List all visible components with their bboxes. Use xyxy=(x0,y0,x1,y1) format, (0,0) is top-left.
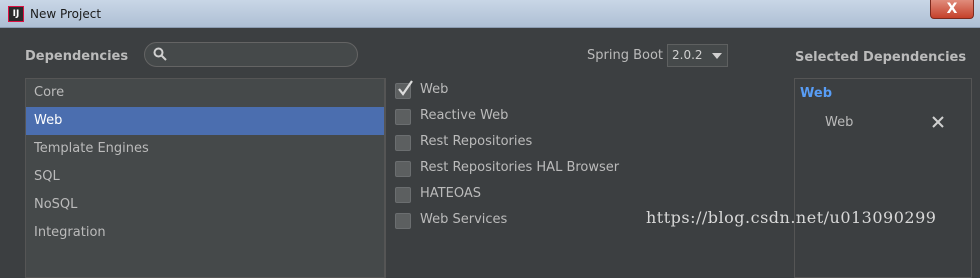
spring-boot-version-value: 2.0.2 xyxy=(672,48,703,62)
dependency-option-label: Rest Repositories xyxy=(420,134,532,149)
dependencies-label: Dependencies xyxy=(25,49,128,64)
intellij-app-icon: IJ xyxy=(8,6,24,22)
hateoas-checkbox[interactable] xyxy=(395,187,411,203)
selected-dependencies-label: Selected Dependencies xyxy=(795,50,966,65)
dependency-option-web[interactable]: Web xyxy=(386,78,745,104)
dependency-option-label: Web Services xyxy=(420,212,507,227)
window-title: New Project xyxy=(30,7,101,21)
selected-dependencies-panel: Web Web xyxy=(794,78,972,278)
remove-dependency-icon[interactable] xyxy=(930,114,946,130)
window-close-button[interactable]: X xyxy=(930,0,974,19)
checkmark-icon xyxy=(397,80,413,98)
selected-dependency-web: Web xyxy=(825,115,853,130)
dependency-option-list: Web Reactive Web Rest Repositories Rest … xyxy=(385,78,745,278)
category-item-nosql[interactable]: NoSQL xyxy=(26,191,384,219)
web-checkbox[interactable] xyxy=(395,83,411,99)
selected-group-web: Web xyxy=(800,86,832,101)
category-item-core[interactable]: Core xyxy=(26,79,384,107)
category-list: Core Web Template Engines SQL NoSQL Inte… xyxy=(25,78,385,278)
web-services-checkbox[interactable] xyxy=(395,213,411,229)
title-bar: IJ New Project X xyxy=(0,0,980,28)
blog-watermark: https://blog.csdn.net/u013090299 xyxy=(646,208,936,227)
dependency-search-input[interactable] xyxy=(144,42,358,67)
rest-repositories-checkbox[interactable] xyxy=(395,135,411,151)
dependency-option-label: HATEOAS xyxy=(420,186,481,201)
dependency-option-reactive-web[interactable]: Reactive Web xyxy=(386,104,745,130)
spring-boot-label: Spring Boot xyxy=(587,48,663,63)
search-icon xyxy=(153,47,167,61)
dependency-option-rest-repositories[interactable]: Rest Repositories xyxy=(386,130,745,156)
reactive-web-checkbox[interactable] xyxy=(395,109,411,125)
dependency-option-hateoas[interactable]: HATEOAS xyxy=(386,182,745,208)
category-item-web[interactable]: Web xyxy=(26,107,384,135)
dependency-option-label: Reactive Web xyxy=(420,108,508,123)
dependency-option-label: Web xyxy=(420,82,448,97)
dependency-option-rest-repositories-hal-browser[interactable]: Rest Repositories HAL Browser xyxy=(386,156,745,182)
dependency-option-label: Rest Repositories HAL Browser xyxy=(420,160,619,175)
category-item-template-engines[interactable]: Template Engines xyxy=(26,135,384,163)
rest-repositories-hal-browser-checkbox[interactable] xyxy=(395,161,411,177)
dropdown-arrow-icon xyxy=(712,53,722,59)
spring-boot-version-select[interactable]: 2.0.2 xyxy=(667,44,728,67)
category-item-integration[interactable]: Integration xyxy=(26,219,384,247)
category-item-sql[interactable]: SQL xyxy=(26,163,384,191)
